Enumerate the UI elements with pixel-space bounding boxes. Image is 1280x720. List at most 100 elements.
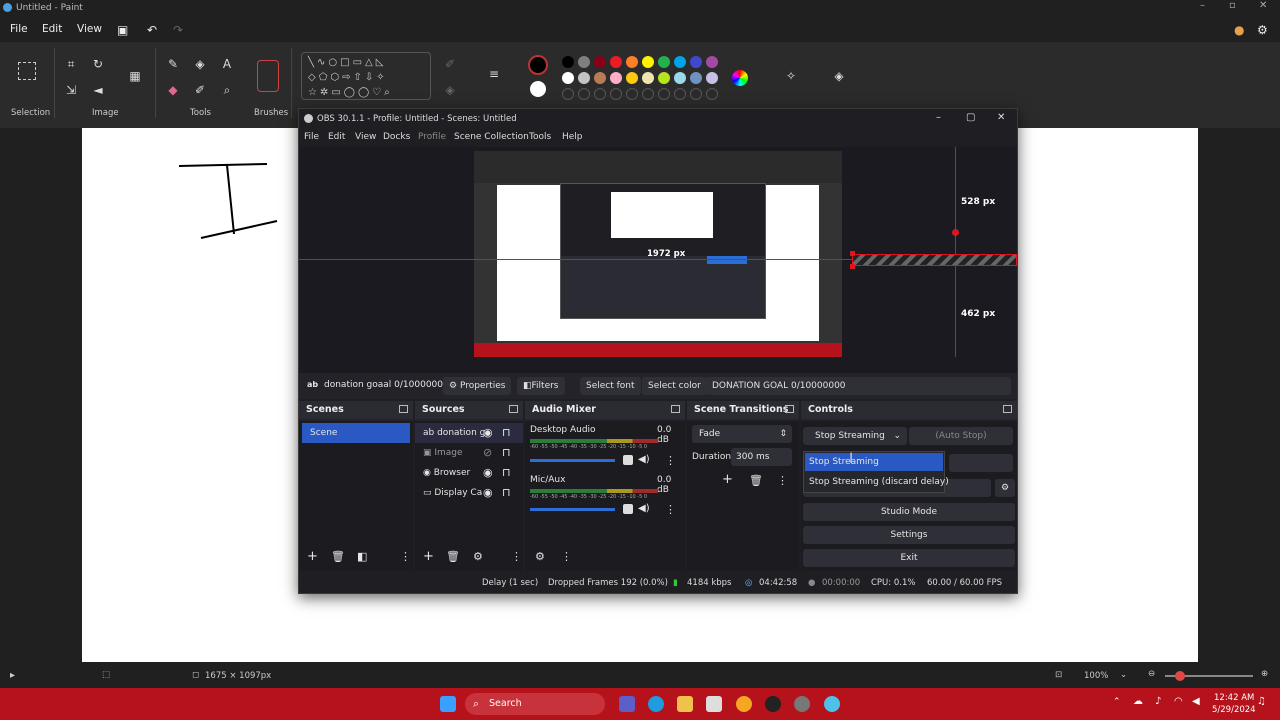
swatch-empty[interactable] [690, 88, 702, 100]
obs-menu-docks[interactable]: Docks [383, 132, 410, 142]
obs-menu-file[interactable]: File [304, 132, 319, 142]
swatch-blue[interactable] [674, 56, 686, 68]
eye-icon[interactable]: ◉ [483, 426, 493, 439]
outline-icon[interactable]: ✐ [442, 56, 458, 72]
eye-icon[interactable]: ◉ [483, 486, 493, 499]
add-icon[interactable]: + [423, 549, 434, 564]
dock-float-icon[interactable] [509, 405, 518, 413]
exit-button[interactable]: Exit [803, 549, 1015, 567]
image-layer-icon[interactable]: ▦ [127, 68, 143, 84]
select-color-button[interactable]: Select color [642, 377, 707, 395]
file-explorer-icon[interactable] [677, 696, 693, 712]
swatch-lavender[interactable] [706, 72, 718, 84]
edit-colors-icon[interactable] [732, 70, 748, 86]
transition-select[interactable]: Fade ⇕ [692, 425, 792, 443]
settings-gear-icon[interactable]: ⚙ [1257, 23, 1268, 37]
minimize-icon[interactable]: – [1200, 0, 1205, 11]
taskbar-search[interactable]: ⌕ Search [465, 693, 605, 715]
stroke-size-icon[interactable]: ≡ [486, 66, 502, 82]
virtual-camera-settings[interactable]: ⚙ [995, 479, 1015, 497]
swatch-yellow[interactable] [642, 56, 654, 68]
add-icon[interactable]: + [307, 549, 318, 564]
chevron-up-icon[interactable]: ⌃ [1113, 697, 1121, 707]
eraser-icon[interactable]: ◆ [165, 82, 181, 98]
rotate-icon[interactable]: ↻ [90, 56, 106, 72]
obs-menu-help[interactable]: Help [562, 132, 583, 142]
speaker-icon[interactable]: ◀) [638, 454, 650, 465]
color-picker-icon[interactable]: ✐ [192, 82, 208, 98]
dock-float-icon[interactable] [1003, 405, 1012, 413]
zoom-slider-knob[interactable] [1175, 671, 1185, 681]
obs-menu-edit[interactable]: Edit [328, 132, 345, 142]
menu-view[interactable]: View [77, 23, 102, 35]
obs-menu-tools[interactable]: Tools [529, 132, 551, 142]
app-icon[interactable] [736, 696, 752, 712]
swatch-cream[interactable] [642, 72, 654, 84]
swatch-lightblue[interactable] [674, 72, 686, 84]
swatch-lime[interactable] [658, 72, 670, 84]
select-font-button[interactable]: Select font [580, 377, 641, 395]
maximize-icon[interactable]: ▫ [1229, 0, 1236, 11]
fit-window-icon[interactable]: ⊡ [1055, 670, 1062, 680]
settings-button[interactable]: Settings [803, 526, 1015, 544]
advanced-audio-icon[interactable]: ⚙ [535, 550, 545, 563]
brush-icon[interactable] [257, 60, 279, 92]
color-2[interactable] [530, 81, 546, 97]
obs-icon[interactable] [765, 696, 781, 712]
paint-icon[interactable] [824, 696, 840, 712]
swatch-black[interactable] [562, 56, 574, 68]
swatch-brown[interactable] [594, 72, 606, 84]
scene-item[interactable]: Scene [302, 423, 410, 443]
crop-icon[interactable]: ⌗ [63, 56, 79, 72]
more-options-icon[interactable]: ⋮ [665, 503, 676, 516]
volume-slider-knob[interactable] [623, 455, 633, 465]
swatch-empty[interactable] [674, 88, 686, 100]
notification-bell-icon[interactable]: ♫ [1257, 696, 1266, 707]
rotation-handle[interactable] [952, 229, 959, 236]
swatch-purple[interactable] [706, 56, 718, 68]
trash-icon[interactable]: 🗑 [446, 550, 460, 563]
dropdown-item-stop-discard-delay[interactable]: Stop Streaming (discard delay) [805, 473, 949, 491]
save-icon[interactable]: ▣ [117, 23, 128, 37]
more-options-icon[interactable]: ⋮ [561, 550, 572, 563]
chevron-down-icon[interactable]: ⌄ [1120, 670, 1127, 680]
obs-close-icon[interactable]: ✕ [997, 112, 1005, 123]
selection-icon[interactable] [18, 62, 36, 80]
speaker-icon[interactable]: ◀) [638, 503, 650, 514]
lock-icon[interactable]: ⊓ [502, 466, 511, 479]
flip-icon[interactable]: ◄ [90, 82, 106, 98]
more-options-icon[interactable]: ⋮ [400, 550, 411, 563]
obs-menu-profile[interactable]: Profile [418, 132, 446, 142]
text-icon[interactable]: A [219, 56, 235, 72]
fill-bucket-icon[interactable]: ◈ [192, 56, 208, 72]
lock-icon[interactable]: ⊓ [502, 426, 511, 439]
clock-time[interactable]: 12:42 AM [1214, 693, 1254, 703]
resize-handle[interactable] [850, 264, 855, 269]
studio-mode-button[interactable]: Studio Mode [803, 503, 1015, 521]
more-options-icon[interactable]: ⋮ [777, 474, 788, 487]
more-options-icon[interactable]: ⋮ [511, 550, 522, 563]
dock-float-icon[interactable] [399, 405, 408, 413]
obs-minimize-icon[interactable]: – [936, 112, 941, 123]
more-options-icon[interactable]: ⋮ [665, 454, 676, 467]
shape-fill-icon[interactable]: ◈ [442, 82, 458, 98]
swatch-pink[interactable] [610, 72, 622, 84]
record-button[interactable] [949, 454, 1013, 472]
text-input[interactable]: DONATION GOAL 0/10000000 [706, 377, 1011, 395]
pencil-icon[interactable]: ✎ [165, 56, 181, 72]
resize-handle[interactable] [850, 251, 855, 256]
swatch-gray[interactable] [578, 56, 590, 68]
zoom-in-icon[interactable]: ⊕ [1261, 669, 1268, 679]
dropdown-item-stop-streaming[interactable]: Stop Streaming [805, 453, 943, 471]
swatch-empty[interactable] [562, 88, 574, 100]
obs-menu-scene-collection[interactable]: Scene Collection [454, 132, 529, 142]
swatch-indigo[interactable] [690, 56, 702, 68]
close-icon[interactable]: ✕ [1259, 0, 1267, 11]
volume-slider[interactable] [530, 459, 615, 462]
zoom-out-icon[interactable]: ⊖ [1148, 669, 1155, 679]
trash-icon[interactable]: 🗑 [331, 550, 345, 563]
shapes-gallery[interactable]: ╲∿○□▭△◺ ◇⬠⬡⇨⇧⇩✧ ☆✲▭◯◯♡⌕ [301, 52, 431, 100]
zoom-level[interactable]: 100% [1084, 671, 1108, 681]
menu-file[interactable]: File [10, 23, 28, 35]
gear-icon[interactable]: ⚙ [473, 550, 483, 563]
